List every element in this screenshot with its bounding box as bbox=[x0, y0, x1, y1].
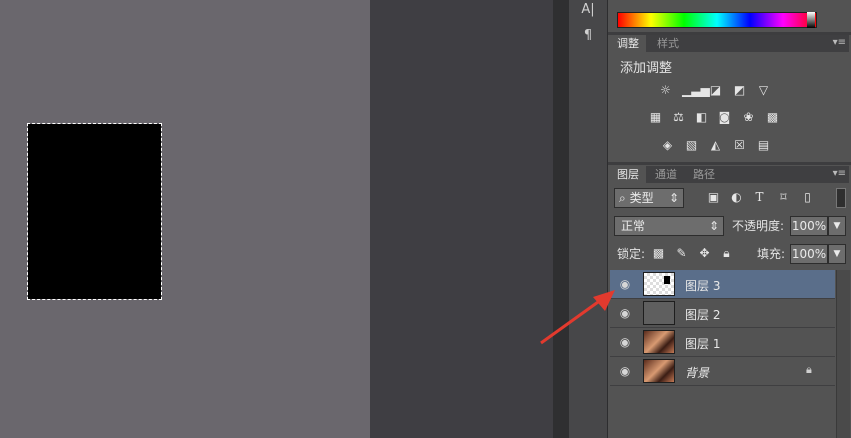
add-adjustment-label: 添加调整 bbox=[620, 61, 673, 76]
tab-channels[interactable]: 通道 bbox=[648, 166, 684, 183]
pixel-filter-icon[interactable]: ▣ bbox=[706, 190, 721, 204]
layer-name[interactable]: 背景 bbox=[685, 364, 709, 381]
collapsed-panel-strip bbox=[569, 0, 608, 438]
layer-name[interactable]: 图层 3 bbox=[685, 277, 720, 294]
tab-layers[interactable]: 图层 bbox=[610, 166, 646, 183]
visibility-eye-icon[interactable]: ◉ bbox=[617, 363, 633, 379]
lock-image-pixels-icon[interactable]: ✎ bbox=[674, 246, 689, 260]
exposure-icon[interactable]: ◩ bbox=[732, 83, 747, 97]
filter-kind-value: 类型 bbox=[629, 191, 654, 205]
brightness-contrast-icon[interactable]: ☼ bbox=[658, 83, 673, 97]
panel-dock-gutter bbox=[553, 0, 569, 438]
invert-icon[interactable]: ◈ bbox=[660, 138, 675, 152]
vibrance-icon[interactable]: ▽ bbox=[756, 83, 771, 97]
color-spectrum-bar[interactable] bbox=[617, 12, 817, 28]
filter-toggle-switch[interactable] bbox=[836, 188, 846, 208]
color-lookup-icon[interactable]: ▩ bbox=[765, 110, 780, 124]
character-panel-icon[interactable]: A| bbox=[580, 2, 596, 18]
layer-name[interactable]: 图层 2 bbox=[685, 306, 720, 323]
fill-dropdown-icon[interactable]: ▼ bbox=[828, 244, 846, 264]
gradient-map-icon[interactable]: ☒ bbox=[732, 138, 747, 152]
layer-filter-kind-select[interactable]: ⌕ 类型 ⇕ bbox=[614, 188, 684, 208]
layer-thumbnail bbox=[643, 359, 675, 383]
black-white-ramp[interactable] bbox=[807, 12, 815, 28]
curves-icon[interactable]: ◪ bbox=[708, 83, 723, 97]
posterize-icon[interactable]: ▧ bbox=[684, 138, 699, 152]
adjustments-tabbar: 调整 样式 ▾≡ bbox=[610, 35, 849, 52]
panel-divider bbox=[608, 162, 851, 165]
layer-row[interactable]: ◉ 背景 🔒︎ bbox=[610, 357, 835, 386]
layer-row[interactable]: ◉ 图层 2 bbox=[610, 299, 835, 328]
panel-menu-icon[interactable]: ▾≡ bbox=[833, 37, 846, 48]
type-filter-icon[interactable]: T bbox=[752, 190, 767, 204]
fill-input[interactable]: 100% bbox=[790, 244, 828, 264]
blend-mode-value: 正常 bbox=[621, 219, 646, 233]
updown-icon: ⇕ bbox=[668, 191, 679, 205]
panel-menu-icon[interactable]: ▾≡ bbox=[833, 168, 846, 179]
layer-thumbnail bbox=[643, 301, 675, 325]
layer-thumbnail bbox=[643, 272, 675, 296]
photo-filter-icon[interactable]: ◙ bbox=[717, 110, 732, 124]
tab-adjustments[interactable]: 调整 bbox=[610, 35, 646, 52]
fill-label: 填充: bbox=[757, 247, 786, 261]
shape-filter-icon[interactable]: ⌑ bbox=[776, 190, 791, 204]
lock-all-icon[interactable]: 🔒︎ bbox=[719, 246, 734, 260]
layer-name[interactable]: 图层 1 bbox=[685, 335, 720, 352]
search-icon: ⌕ bbox=[619, 191, 626, 205]
color-balance-icon[interactable]: ⚖ bbox=[671, 110, 686, 124]
layer-thumbnail bbox=[643, 330, 675, 354]
canvas-pasteboard bbox=[370, 0, 553, 438]
adjustment-filter-icon[interactable]: ◐ bbox=[729, 190, 744, 204]
threshold-icon[interactable]: ◭ bbox=[708, 138, 723, 152]
opacity-label: 不透明度: bbox=[732, 219, 785, 233]
lock-transparent-pixels-icon[interactable]: ▩ bbox=[651, 246, 666, 260]
channel-mixer-icon[interactable]: ❀ bbox=[741, 110, 756, 124]
levels-icon[interactable]: ▁▃▅ bbox=[682, 83, 710, 97]
layer-row[interactable]: ◉ 图层 3 bbox=[610, 270, 835, 299]
hue-saturation-icon[interactable]: ▦ bbox=[648, 110, 663, 124]
updown-icon: ⇕ bbox=[708, 219, 719, 233]
layer-row[interactable]: ◉ 图层 1 bbox=[610, 328, 835, 357]
thumbnail-black-shape bbox=[664, 276, 670, 284]
opacity-dropdown-icon[interactable]: ▼ bbox=[828, 216, 846, 236]
black-rectangle-selection[interactable] bbox=[27, 123, 162, 300]
lock-label: 锁定: bbox=[617, 247, 646, 261]
annotation-arrow-icon bbox=[540, 290, 615, 345]
layers-tabbar: 图层 通道 路径 ▾≡ bbox=[610, 166, 849, 183]
opacity-input[interactable]: 100% bbox=[790, 216, 828, 236]
paragraph-panel-icon[interactable]: ¶ bbox=[580, 28, 596, 44]
layer-lock-icon: 🔒︎ bbox=[806, 363, 812, 376]
tab-paths[interactable]: 路径 bbox=[686, 166, 722, 183]
tab-styles[interactable]: 样式 bbox=[650, 35, 686, 52]
lock-position-icon[interactable]: ✥ bbox=[697, 246, 712, 260]
layers-scrollbar[interactable] bbox=[836, 270, 850, 438]
smart-object-filter-icon[interactable]: ▯ bbox=[800, 190, 815, 204]
blend-mode-select[interactable]: 正常 ⇕ bbox=[614, 216, 724, 236]
selective-color-icon[interactable]: ▤ bbox=[756, 138, 771, 152]
black-white-icon[interactable]: ◧ bbox=[694, 110, 709, 124]
